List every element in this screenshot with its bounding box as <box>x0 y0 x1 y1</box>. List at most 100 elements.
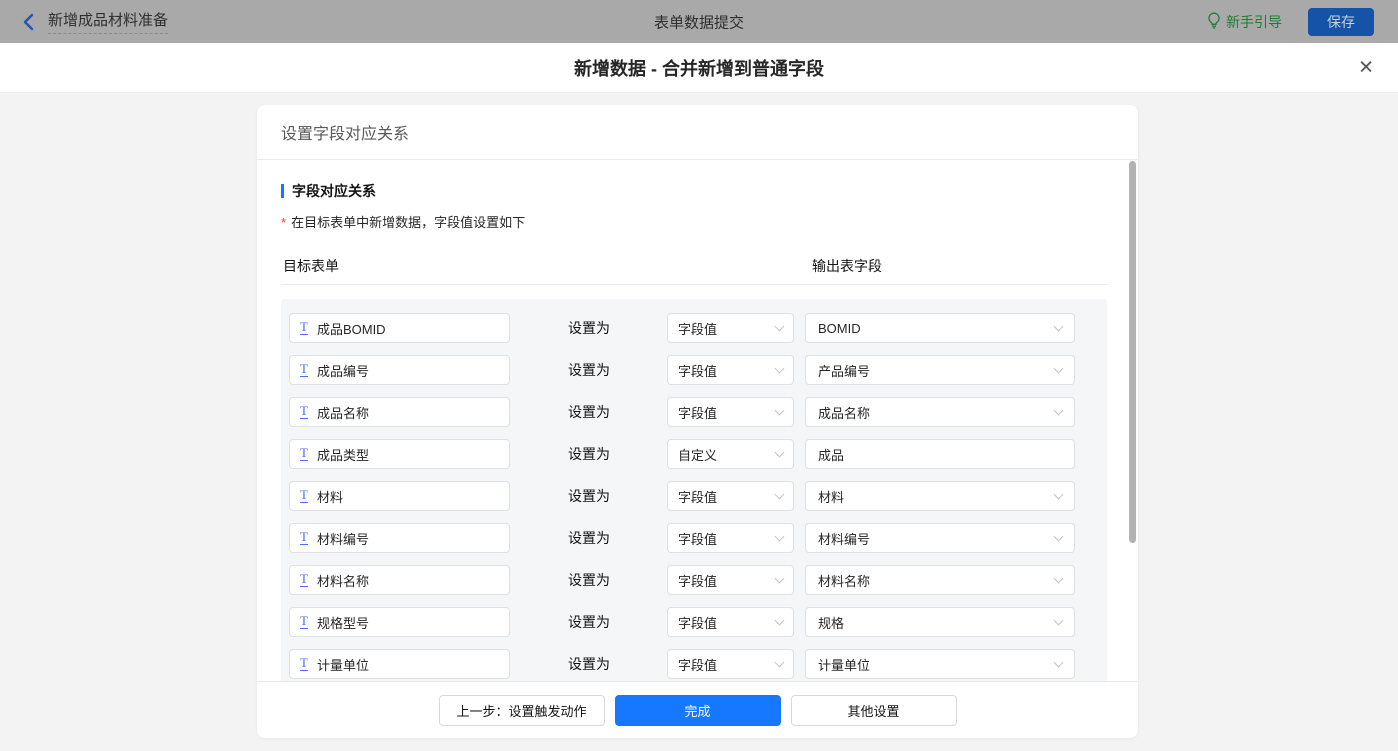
close-icon[interactable]: ✕ <box>1358 58 1374 77</box>
target-field-input[interactable]: T 材料 <box>289 481 510 511</box>
target-field-input[interactable]: T 成品名称 <box>289 397 510 427</box>
target-field-input[interactable]: T 成品BOMID <box>289 313 510 343</box>
target-field-label: 计量单位 <box>317 655 499 674</box>
chevron-down-icon <box>1054 615 1064 625</box>
other-settings-button[interactable]: 其他设置 <box>791 695 957 726</box>
target-field-input[interactable]: T 计量单位 <box>289 649 510 679</box>
chevron-down-icon <box>775 489 785 499</box>
chevron-down-icon <box>775 363 785 373</box>
mode-select[interactable]: 字段值 <box>667 649 794 679</box>
chevron-down-icon <box>775 573 785 583</box>
workflow-name[interactable]: 新增成品材料准备 <box>48 9 168 34</box>
mode-select-value: 字段值 <box>678 403 776 422</box>
mode-select[interactable]: 字段值 <box>667 313 794 343</box>
mode-select[interactable]: 字段值 <box>667 607 794 637</box>
mode-select-value: 字段值 <box>678 529 776 548</box>
mode-select-value: 自定义 <box>678 445 776 464</box>
beginner-guide-link[interactable]: 新手引导 <box>1207 12 1282 32</box>
mode-select[interactable]: 字段值 <box>667 397 794 427</box>
target-field-input[interactable]: T 规格型号 <box>289 607 510 637</box>
chevron-down-icon <box>775 321 785 331</box>
mode-select[interactable]: 字段值 <box>667 523 794 553</box>
section-accent-bar <box>281 184 284 198</box>
value-select-value: 成品名称 <box>818 403 1055 422</box>
text-field-icon: T <box>300 615 308 629</box>
mode-select-value: 字段值 <box>678 319 776 338</box>
custom-value-text: 成品 <box>818 445 1062 464</box>
target-field-input[interactable]: T 成品类型 <box>289 439 510 469</box>
set-as-label: 设置为 <box>568 360 610 380</box>
chevron-down-icon <box>1054 531 1064 541</box>
table-row: T 成品名称 设置为 字段值 成品名称 <box>281 397 1107 427</box>
target-field-label: 成品类型 <box>317 445 499 464</box>
set-as-label: 设置为 <box>568 612 610 632</box>
text-field-icon: T <box>300 447 308 461</box>
value-select[interactable]: 产品编号 <box>805 355 1075 385</box>
text-field-icon: T <box>300 573 308 587</box>
chevron-down-icon <box>1054 657 1064 667</box>
card-body: 字段对应关系 * 在目标表单中新增数据，字段值设置如下 目标表单 输出表字段 T… <box>257 160 1138 681</box>
chevron-down-icon <box>1054 573 1064 583</box>
vertical-scrollbar-thumb[interactable] <box>1129 161 1136 543</box>
chevron-down-icon <box>1054 489 1064 499</box>
column-header-output-fields: 输出表字段 <box>812 256 882 276</box>
chevron-down-icon <box>775 405 785 415</box>
target-field-input[interactable]: T 材料编号 <box>289 523 510 553</box>
table-row: T 材料名称 设置为 字段值 材料名称 <box>281 565 1107 595</box>
value-select[interactable]: 计量单位 <box>805 649 1075 679</box>
text-field-icon: T <box>300 531 308 545</box>
card-footer: 上一步：设置触发动作 完成 其他设置 <box>257 681 1138 738</box>
chevron-down-icon <box>1054 405 1064 415</box>
previous-step-button[interactable]: 上一步：设置触发动作 <box>439 695 605 726</box>
target-field-label: 成品BOMID <box>317 319 499 338</box>
text-field-icon: T <box>300 321 308 335</box>
value-select-value: 材料名称 <box>818 571 1055 590</box>
topbar: 新增成品材料准备 表单数据提交 新手引导 保存 <box>0 0 1398 43</box>
value-select[interactable]: 规格 <box>805 607 1075 637</box>
value-select-value: 材料编号 <box>818 529 1055 548</box>
value-select-value: BOMID <box>818 321 1055 336</box>
set-as-label: 设置为 <box>568 654 610 674</box>
table-row: T 成品类型 设置为 自定义 成品 <box>281 439 1107 469</box>
target-field-label: 材料 <box>317 487 499 506</box>
value-select[interactable]: 成品名称 <box>805 397 1075 427</box>
mode-select[interactable]: 字段值 <box>667 355 794 385</box>
value-select[interactable]: 材料名称 <box>805 565 1075 595</box>
mode-select[interactable]: 字段值 <box>667 481 794 511</box>
text-field-icon: T <box>300 657 308 671</box>
save-button[interactable]: 保存 <box>1308 8 1374 36</box>
mode-select-value: 字段值 <box>678 487 776 506</box>
table-row: T 成品编号 设置为 字段值 产品编号 <box>281 355 1107 385</box>
mode-select[interactable]: 自定义 <box>667 439 794 469</box>
set-as-label: 设置为 <box>568 570 610 590</box>
target-field-input[interactable]: T 材料名称 <box>289 565 510 595</box>
target-field-label: 材料编号 <box>317 529 499 548</box>
set-as-label: 设置为 <box>568 486 610 506</box>
chevron-down-icon <box>775 447 785 457</box>
set-as-label: 设置为 <box>568 528 610 548</box>
mode-select[interactable]: 字段值 <box>667 565 794 595</box>
text-field-icon: T <box>300 363 308 377</box>
required-mark: * <box>281 214 286 232</box>
chevron-down-icon <box>1054 321 1064 331</box>
text-field-icon: T <box>300 405 308 419</box>
table-row: T 规格型号 设置为 字段值 规格 <box>281 607 1107 637</box>
set-as-label: 设置为 <box>568 318 610 338</box>
field-mapping-list: T 成品BOMID 设置为 字段值 BOMID T 成品编号 <box>281 299 1107 681</box>
finish-button[interactable]: 完成 <box>615 695 781 726</box>
mode-select-value: 字段值 <box>678 571 776 590</box>
back-chevron-icon[interactable] <box>22 13 34 31</box>
chevron-down-icon <box>1054 363 1064 373</box>
beginner-guide-label: 新手引导 <box>1226 12 1282 32</box>
value-select[interactable]: 材料 <box>805 481 1075 511</box>
column-header-target-form: 目标表单 <box>283 256 339 276</box>
value-select[interactable]: 材料编号 <box>805 523 1075 553</box>
card-header-title: 设置字段对应关系 <box>257 105 1138 160</box>
table-row: T 材料 设置为 字段值 材料 <box>281 481 1107 511</box>
custom-value-input[interactable]: 成品 <box>805 439 1075 469</box>
target-field-input[interactable]: T 成品编号 <box>289 355 510 385</box>
value-select-value: 计量单位 <box>818 655 1055 674</box>
dialog-title: 新增数据 - 合并新增到普通字段 <box>574 55 824 81</box>
value-select[interactable]: BOMID <box>805 313 1075 343</box>
table-row: T 材料编号 设置为 字段值 材料编号 <box>281 523 1107 553</box>
